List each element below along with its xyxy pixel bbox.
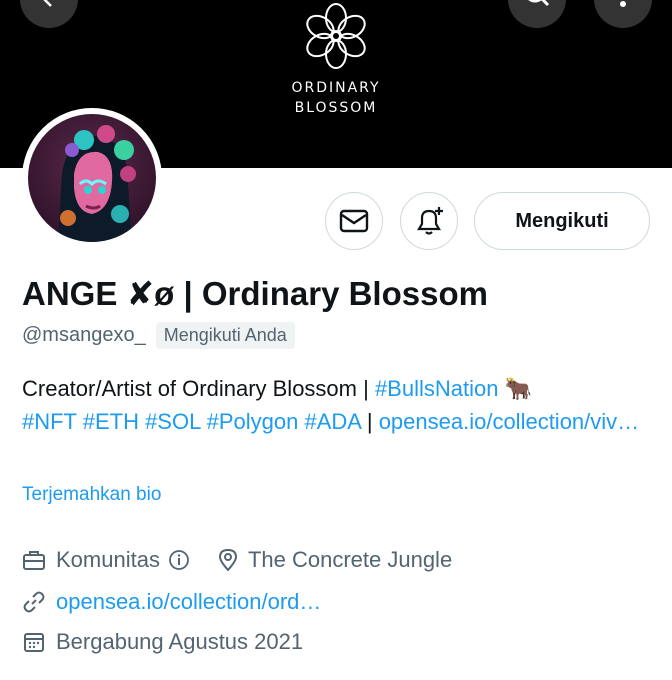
bio-link[interactable]: opensea.io/collection/viv…: [379, 409, 639, 434]
follows-you-badge: Mengikuti Anda: [155, 322, 295, 349]
search-icon: [528, 0, 550, 7]
info-icon[interactable]: [168, 549, 190, 571]
bio-hashtag-bullsnation[interactable]: #BullsNation: [375, 376, 499, 401]
handle-row: @msangexo_ Mengikuti Anda: [22, 322, 295, 349]
back-button[interactable]: [20, 0, 78, 28]
briefcase-icon: [23, 551, 45, 570]
bell-plus-icon: [417, 207, 443, 235]
profile-handle: @msangexo_: [22, 324, 146, 346]
location-pin-icon: [218, 548, 237, 572]
calendar-icon: [24, 633, 44, 652]
location-text: The Concrete Jungle: [247, 547, 453, 572]
translate-bio-link[interactable]: Terjemahkan bio: [22, 484, 161, 506]
more-options-button[interactable]: [594, 0, 652, 28]
profile-meta-joined: Bergabung Agustus 2021: [22, 629, 303, 655]
brand-name-line1: ORDINARY: [291, 80, 381, 96]
more-vertical-icon: [620, 1, 626, 7]
bio-hashtags[interactable]: #NFT #ETH #SOL #Polygon #ADA: [22, 409, 361, 434]
bio-separator: |: [360, 409, 379, 434]
bull-emoji: 🐂: [504, 376, 532, 401]
back-arrow-icon: [43, 0, 52, 7]
link-icon: [23, 591, 45, 613]
search-button[interactable]: [508, 0, 566, 28]
brand-logo: ORDINARY BLOSSOM: [276, 0, 396, 120]
website-link[interactable]: opensea.io/collection/ord…: [56, 589, 321, 615]
following-button[interactable]: Mengikuti: [474, 192, 650, 250]
avatar-artwork: [28, 114, 156, 242]
brand-name-line2: BLOSSOM: [294, 100, 378, 116]
message-button[interactable]: [325, 192, 383, 250]
profile-name: ANGE ✘ø | Ordinary Blossom: [22, 275, 488, 312]
avatar[interactable]: [22, 108, 162, 248]
joined-date: Bergabung Agustus 2021: [56, 629, 304, 654]
bio-text: Creator/Artist of Ordinary Blossom |: [22, 376, 375, 401]
mail-icon: [339, 209, 369, 233]
category-label[interactable]: Komunitas: [56, 547, 160, 573]
flower-logo-icon: [306, 3, 366, 69]
notifications-button[interactable]: [400, 192, 458, 250]
profile-meta-website: opensea.io/collection/ord…: [22, 589, 321, 615]
profile-meta-category-location: Komunitas The Concrete Jungle: [22, 547, 452, 573]
profile-bio: Creator/Artist of Ordinary Blossom | #Bu…: [22, 372, 642, 438]
